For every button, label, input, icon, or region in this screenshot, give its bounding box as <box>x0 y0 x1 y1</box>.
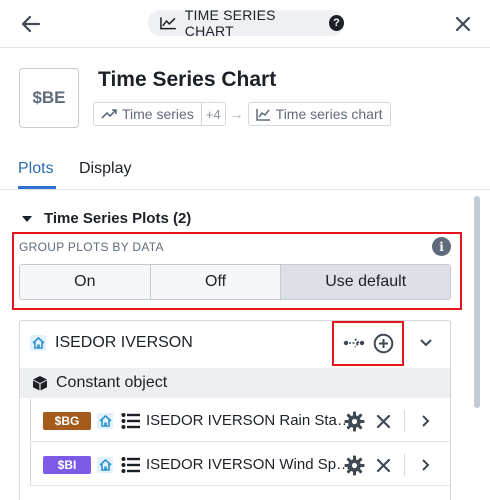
add-plot-button[interactable] <box>372 332 394 354</box>
caret-down-icon <box>22 215 32 222</box>
widget-type-label: TIME SERIES CHART <box>184 7 276 39</box>
active-tab-indicator <box>18 186 56 189</box>
arrow-right-icon: → <box>229 106 244 122</box>
chevron-down-icon <box>420 339 432 347</box>
chevron-right-icon <box>422 459 430 471</box>
plot-settings-button[interactable] <box>343 410 365 432</box>
cube-icon <box>33 376 47 391</box>
plots-section-header[interactable]: Time Series Plots (2) <box>22 210 191 227</box>
close-icon <box>455 16 471 32</box>
arrow-left-icon <box>21 15 41 33</box>
widget-type-pill: TIME SERIES CHART ? <box>148 7 344 39</box>
expand-plot-button[interactable] <box>419 457 433 473</box>
constant-object-label: Constant object <box>56 374 168 391</box>
help-icon[interactable]: ? <box>329 15 344 31</box>
divider <box>404 410 405 432</box>
breadcrumb-target-label: Time series chart <box>275 106 383 122</box>
plots-section-title: Time Series Plots (2) <box>44 210 192 227</box>
breadcrumb: Time series +4 → Time series chart <box>93 102 391 126</box>
group-option-on[interactable]: On <box>20 265 151 299</box>
plot-tag: $BI <box>43 456 91 474</box>
group-plots-toggle: On Off Use default <box>19 264 451 300</box>
group-plots-label: GROUP PLOTS BY DATA <box>19 240 164 254</box>
close-button[interactable] <box>453 14 473 34</box>
plot-tag: $BG <box>43 412 91 430</box>
breadcrumb-source[interactable]: Time series <box>93 102 202 126</box>
breadcrumb-source-label: Time series <box>122 106 194 122</box>
plot-name: ISEDOR IVERSON Rain Sta… <box>146 412 352 429</box>
home-icon <box>97 413 113 429</box>
info-icon[interactable]: i <box>432 237 451 256</box>
tab-bar: Plots Display <box>0 150 490 190</box>
plus-circle-icon <box>373 333 393 353</box>
expand-plot-button[interactable] <box>419 413 433 429</box>
gear-icon <box>344 411 364 431</box>
link-data-icon <box>343 338 365 348</box>
widget-avatar: $BE <box>19 68 79 128</box>
tab-display[interactable]: Display <box>79 160 131 178</box>
chevron-right-icon <box>422 415 430 427</box>
group-option-default[interactable]: Use default <box>281 265 450 299</box>
page-title: Time Series Chart <box>98 68 277 91</box>
tab-plots[interactable]: Plots <box>18 160 54 178</box>
list-icon <box>121 457 140 473</box>
remove-plot-button[interactable] <box>374 456 392 474</box>
back-button[interactable] <box>20 13 42 35</box>
list-icon <box>121 413 140 429</box>
constant-object-row: Constant object <box>20 368 450 398</box>
top-bar: TIME SERIES CHART ? <box>0 0 490 48</box>
link-data-button[interactable] <box>342 333 366 353</box>
group-option-off[interactable]: Off <box>150 265 282 299</box>
x-icon <box>376 414 390 428</box>
line-chart-icon <box>255 108 270 121</box>
x-icon <box>376 458 390 472</box>
plot-settings-button[interactable] <box>343 454 365 476</box>
breadcrumb-target[interactable]: Time series chart <box>247 102 391 126</box>
collapse-group-button[interactable] <box>418 335 434 351</box>
scrollbar-thumb[interactable] <box>474 196 480 408</box>
home-icon <box>30 335 46 351</box>
divider <box>404 454 405 476</box>
remove-plot-button[interactable] <box>374 412 392 430</box>
group-name: ISEDOR IVERSON <box>55 334 193 351</box>
plot-name: ISEDOR IVERSON Wind Sp… <box>146 456 352 473</box>
breadcrumb-extra-count[interactable]: +4 <box>201 102 226 126</box>
line-chart-icon <box>160 17 176 30</box>
gear-icon <box>344 455 364 475</box>
trend-icon <box>101 109 117 119</box>
home-icon <box>97 457 113 473</box>
